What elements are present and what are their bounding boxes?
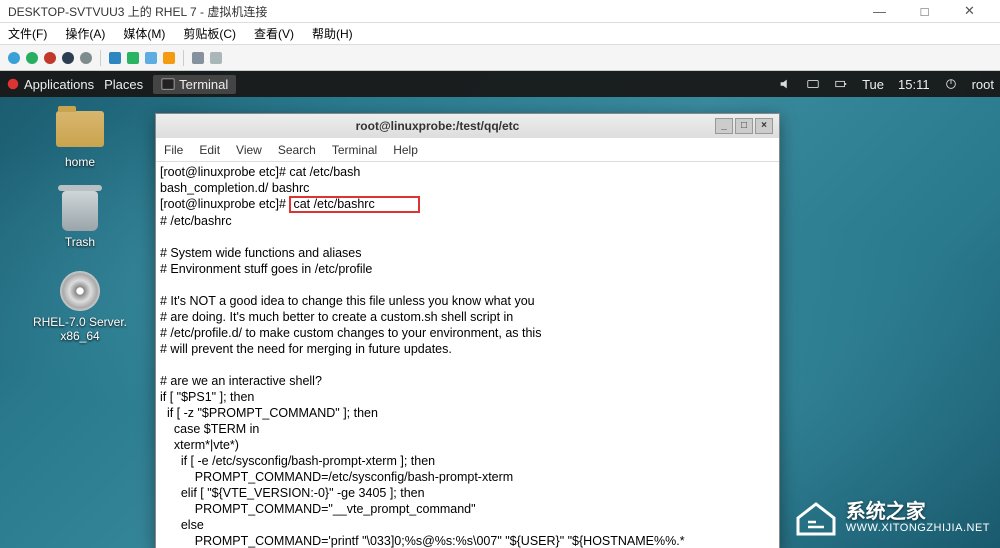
watermark-logo-icon xyxy=(794,498,838,538)
terminal-menu-file[interactable]: File xyxy=(164,143,183,157)
clock-day[interactable]: Tue xyxy=(862,77,884,92)
terminal-menu-help[interactable]: Help xyxy=(393,143,418,157)
host-titlebar: DESKTOP-SVTVUU3 上的 RHEL 7 - 虚拟机连接 — □ ✕ xyxy=(0,0,1000,23)
host-close-button[interactable]: ✕ xyxy=(947,3,992,19)
applications-menu[interactable]: Applications xyxy=(6,77,94,92)
toolbar-reset-icon[interactable] xyxy=(127,52,139,64)
terminal-line: [root@linuxprobe etc]# xyxy=(160,197,289,211)
watermark-url: WWW.XITONGZHIJIA.NET xyxy=(846,522,990,534)
host-menu-view[interactable]: 查看(V) xyxy=(254,25,294,42)
host-toolbar xyxy=(0,45,1000,71)
trash-icon xyxy=(62,191,98,231)
folder-icon xyxy=(56,111,104,147)
terminal-menu-edit[interactable]: Edit xyxy=(199,143,220,157)
terminal-titlebar[interactable]: root@linuxprobe:/test/qq/etc _ □ × xyxy=(156,114,779,138)
vm-viewport: Applications Places Terminal Tue 15:11 r… xyxy=(0,71,1000,548)
volume-icon[interactable] xyxy=(778,77,792,91)
desktop-trash-label: Trash xyxy=(20,235,140,249)
desktop-home-label: home xyxy=(20,155,140,169)
toolbar-revert-icon[interactable] xyxy=(163,52,175,64)
terminal-title: root@linuxprobe:/test/qq/etc xyxy=(162,119,713,133)
user-menu[interactable]: root xyxy=(972,77,994,92)
host-menu-clipboard[interactable]: 剪贴板(C) xyxy=(183,25,236,42)
terminal-output: # /etc/bashrc # System wide functions an… xyxy=(160,214,685,548)
applications-label: Applications xyxy=(24,77,94,92)
host-menubar: 文件(F) 操作(A) 媒体(M) 剪贴板(C) 查看(V) 帮助(H) xyxy=(0,23,1000,45)
desktop-icons: home Trash RHEL-7.0 Server. x86_64 xyxy=(20,111,140,365)
toolbar-save-icon[interactable] xyxy=(80,52,92,64)
network-icon[interactable] xyxy=(806,77,820,91)
highlighted-command: cat /etc/bashrc xyxy=(289,196,420,213)
toolbar-start-icon[interactable] xyxy=(26,52,38,64)
toolbar-separator xyxy=(100,50,101,66)
host-menu-action[interactable]: 操作(A) xyxy=(65,25,105,42)
terminal-menubar: File Edit View Search Terminal Help xyxy=(156,138,779,162)
host-menu-help[interactable]: 帮助(H) xyxy=(312,25,353,42)
watermark: 系统之家 WWW.XITONGZHIJIA.NET xyxy=(794,498,990,538)
terminal-line: bash_completion.d/ bashrc xyxy=(160,181,309,195)
toolbar-share-icon[interactable] xyxy=(192,52,204,64)
desktop-disc-label2: x86_64 xyxy=(20,329,140,343)
toolbar-turnoff-icon[interactable] xyxy=(44,52,56,64)
terminal-line: [root@linuxprobe etc]# cat /etc/bash xyxy=(160,165,360,179)
disc-icon xyxy=(60,271,100,311)
toolbar-enhanced-icon[interactable] xyxy=(210,52,222,64)
terminal-menu-search[interactable]: Search xyxy=(278,143,316,157)
activities-icon xyxy=(6,77,20,91)
toolbar-pause-icon[interactable] xyxy=(109,52,121,64)
taskbar-terminal[interactable]: Terminal xyxy=(153,75,236,94)
watermark-name: 系统之家 xyxy=(846,502,990,522)
host-maximize-button[interactable]: □ xyxy=(902,4,947,19)
terminal-menu-terminal[interactable]: Terminal xyxy=(332,143,377,157)
terminal-icon xyxy=(161,77,175,91)
terminal-body[interactable]: [root@linuxprobe etc]# cat /etc/bash bas… xyxy=(156,162,779,548)
desktop-disc-label1: RHEL-7.0 Server. xyxy=(20,315,140,329)
terminal-maximize-button[interactable]: □ xyxy=(735,118,753,134)
terminal-window: root@linuxprobe:/test/qq/etc _ □ × File … xyxy=(155,113,780,548)
toolbar-checkpoint-icon[interactable] xyxy=(145,52,157,64)
desktop-disc[interactable]: RHEL-7.0 Server. x86_64 xyxy=(20,271,140,343)
terminal-minimize-button[interactable]: _ xyxy=(715,118,733,134)
host-minimize-button[interactable]: — xyxy=(857,4,902,19)
battery-icon[interactable] xyxy=(834,77,848,91)
terminal-menu-view[interactable]: View xyxy=(236,143,262,157)
taskbar-terminal-label: Terminal xyxy=(179,77,228,92)
host-menu-file[interactable]: 文件(F) xyxy=(8,25,47,42)
toolbar-separator xyxy=(183,50,184,66)
host-title: DESKTOP-SVTVUU3 上的 RHEL 7 - 虚拟机连接 xyxy=(8,3,857,20)
gnome-top-bar: Applications Places Terminal Tue 15:11 r… xyxy=(0,71,1000,97)
toolbar-shutdown-icon[interactable] xyxy=(62,52,74,64)
terminal-close-button[interactable]: × xyxy=(755,118,773,134)
desktop-home[interactable]: home xyxy=(20,111,140,169)
toolbar-ctrl-alt-del-icon[interactable] xyxy=(8,52,20,64)
host-menu-media[interactable]: 媒体(M) xyxy=(123,25,165,42)
places-menu[interactable]: Places xyxy=(104,77,143,92)
clock-time[interactable]: 15:11 xyxy=(898,77,930,92)
desktop-trash[interactable]: Trash xyxy=(20,191,140,249)
power-icon[interactable] xyxy=(944,77,958,91)
